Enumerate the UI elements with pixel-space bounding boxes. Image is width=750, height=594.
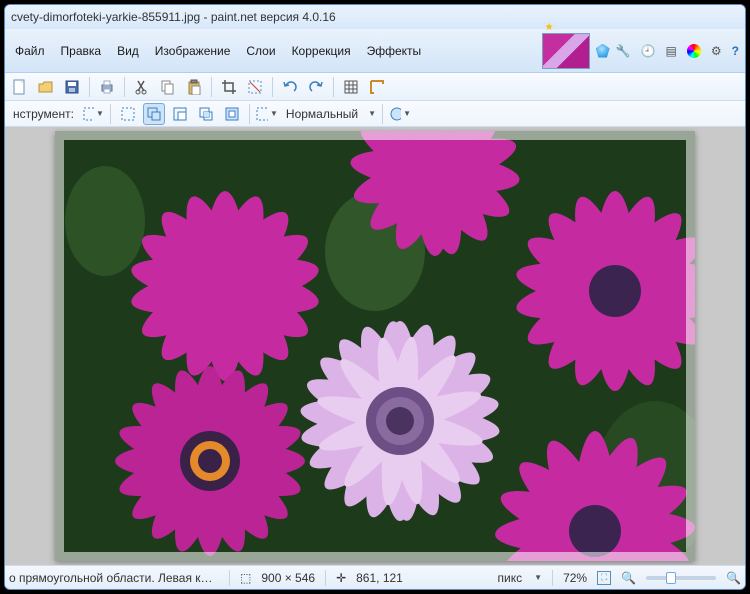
ruler-button[interactable] [366, 76, 388, 98]
undo-button[interactable] [279, 76, 301, 98]
help-icon[interactable]: ? [732, 44, 739, 58]
open-button[interactable] [35, 76, 57, 98]
separator [552, 570, 553, 586]
deselect-button[interactable] [244, 76, 266, 98]
cut-button[interactable] [131, 76, 153, 98]
menu-adjust[interactable]: Коррекция [284, 40, 359, 62]
new-button[interactable] [9, 76, 31, 98]
separator [382, 104, 383, 124]
selection-subtract[interactable] [169, 103, 191, 125]
status-dimensions: 900 × 546 [261, 571, 315, 585]
separator [272, 77, 273, 97]
cursor-icon: ✛ [336, 571, 346, 585]
tool-options-bar: нструмент: ▼ ▼ Нормальный ▼ ▼ [5, 101, 745, 127]
selection-replace[interactable] [117, 103, 139, 125]
document-thumbnail[interactable] [542, 33, 590, 69]
statusbar: о прямоугольной области. Левая кнопка - … [5, 565, 745, 589]
zoom-in-button[interactable]: 🔍 [726, 571, 741, 585]
zoom-out-button[interactable]: 🔍 [621, 571, 636, 585]
canvas[interactable] [55, 131, 695, 561]
separator [249, 104, 250, 124]
separator [110, 104, 111, 124]
chevron-down-icon: ▼ [368, 109, 376, 118]
separator [124, 77, 125, 97]
menu-effects[interactable]: Эффекты [359, 40, 430, 62]
colors-window-icon[interactable] [687, 44, 701, 58]
utility-icons: 🔧 🕘 ▤ ⚙ ? [616, 44, 739, 58]
grid-button[interactable] [340, 76, 362, 98]
copy-button[interactable] [157, 76, 179, 98]
redo-button[interactable] [305, 76, 327, 98]
tools-window-icon[interactable]: 🔧 [616, 44, 631, 58]
menu-edit[interactable]: Правка [53, 40, 110, 62]
menu-layers[interactable]: Слои [238, 40, 283, 62]
crop-button[interactable] [218, 76, 240, 98]
save-button[interactable] [61, 76, 83, 98]
separator [89, 77, 90, 97]
unit-label[interactable]: пикс [498, 571, 523, 585]
menu-view[interactable]: Вид [109, 40, 147, 62]
history-window-icon[interactable]: 🕘 [641, 44, 656, 58]
separator [229, 570, 230, 586]
zoom-fit-button[interactable]: ⛶ [597, 571, 611, 585]
paste-button[interactable] [183, 76, 205, 98]
settings-icon[interactable]: ⚙ [711, 44, 722, 58]
selection-add[interactable] [143, 103, 165, 125]
separator [333, 77, 334, 97]
header-strip: Файл Правка Вид Изображение Слои Коррекц… [5, 29, 745, 73]
print-button[interactable] [96, 76, 118, 98]
canvas-area[interactable] [5, 127, 745, 565]
titlebar: cvety-dimorfoteki-yarkie-855911.jpg - pa… [5, 5, 745, 29]
menu-image[interactable]: Изображение [147, 40, 239, 62]
blend-mode-label[interactable]: Нормальный [282, 107, 362, 121]
selection-intersect[interactable] [195, 103, 217, 125]
main-toolbar [5, 73, 745, 101]
dimensions-icon: ⬚ [240, 571, 251, 585]
chevron-down-icon: ▼ [96, 109, 104, 118]
image-content [55, 131, 695, 561]
selection-invert[interactable] [221, 103, 243, 125]
status-cursor: 861, 121 [356, 571, 403, 585]
window-title: cvety-dimorfoteki-yarkie-855911.jpg - pa… [11, 10, 336, 24]
chevron-down-icon: ▼ [534, 573, 542, 582]
app-window: cvety-dimorfoteki-yarkie-855911.jpg - pa… [4, 4, 746, 590]
separator [211, 77, 212, 97]
status-hint: о прямоугольной области. Левая кнопка - … [9, 571, 219, 585]
separator [325, 570, 326, 586]
layers-window-icon[interactable]: ▤ [666, 44, 677, 58]
antialias-toggle[interactable]: ▼ [389, 103, 411, 125]
menubar: Файл Правка Вид Изображение Слои Коррекц… [5, 40, 429, 62]
zoom-slider[interactable] [646, 576, 716, 580]
tool-selector[interactable]: ▼ [82, 103, 104, 125]
header-right: 🔧 🕘 ▤ ⚙ ? [542, 33, 745, 69]
chevron-down-icon: ▼ [403, 109, 411, 118]
zoom-value[interactable]: 72% [563, 571, 587, 585]
tool-label: нструмент: [9, 107, 78, 121]
zoom-slider-thumb[interactable] [666, 572, 676, 584]
gem-icon [596, 44, 610, 58]
menu-file[interactable]: Файл [7, 40, 53, 62]
selection-shape[interactable]: ▼ [256, 103, 278, 125]
chevron-down-icon: ▼ [270, 109, 278, 118]
